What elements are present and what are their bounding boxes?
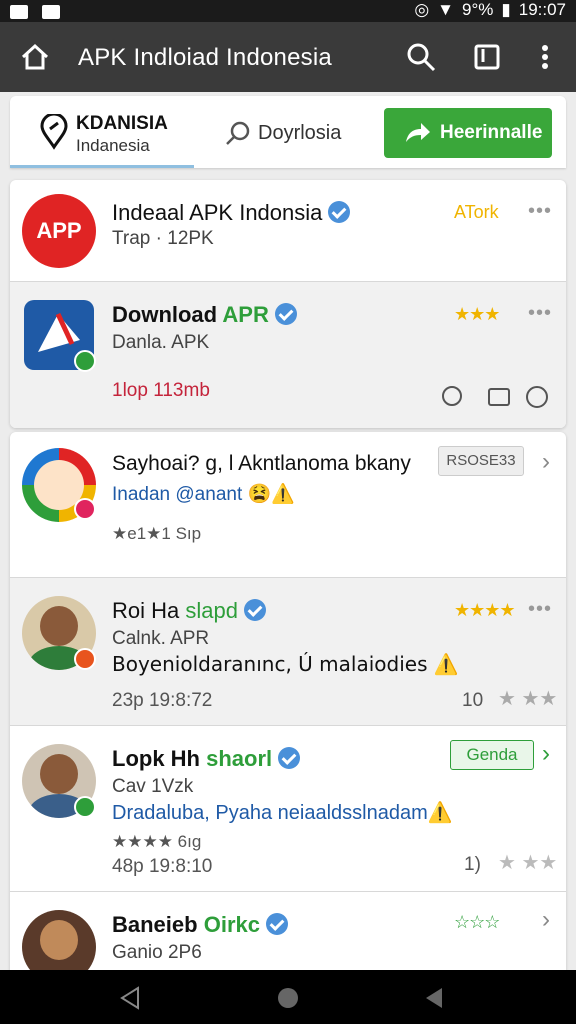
star-icon: ★ ★★ — [498, 688, 558, 710]
app-list-card: APP Indeaal APK Indonsia Trap · 12PK ATo… — [10, 180, 566, 428]
verified-badge — [74, 796, 96, 818]
image-notification-icon — [42, 5, 60, 19]
app-bar: APK Indloiad Indonesia — [0, 22, 576, 92]
rating-count: 10 — [462, 690, 484, 711]
app-name: Baneieb Oirkc — [112, 912, 288, 938]
app-name: Sayhoai? g, l Akntlanoma bkany — [112, 452, 411, 475]
verified-icon — [328, 201, 351, 223]
search-icon[interactable] — [404, 40, 438, 74]
tab-label-top: KDANISIA — [76, 113, 168, 134]
list-item[interactable]: Sayhoai? g, l Akntlanoma bkany Inadan @a… — [10, 432, 566, 577]
more-icon[interactable]: ••• — [528, 200, 552, 223]
status-badge: ATork — [454, 202, 499, 222]
recents-icon[interactable] — [422, 986, 446, 1010]
battery-level: 9°% — [462, 0, 494, 19]
app-name: Lopk Hh shaorl — [112, 746, 301, 772]
verified-icon — [278, 747, 301, 769]
tag-badge: Genda — [450, 740, 534, 770]
tabs-icon[interactable] — [470, 40, 504, 74]
save-icon[interactable] — [488, 388, 510, 406]
clock: 19::07 — [518, 0, 566, 19]
tab-label-bottom: Indanesia — [76, 136, 150, 155]
rating-count: 1) — [464, 854, 481, 875]
share-arrow-icon — [406, 123, 430, 142]
tab-indonesia[interactable]: KDANISIA Indanesia — [10, 96, 194, 168]
system-nav-bar — [0, 970, 576, 1024]
play-badge — [74, 648, 96, 670]
home-icon[interactable] — [20, 42, 50, 72]
app-list-card: Sayhoai? g, l Akntlanoma bkany Inadan @a… — [10, 432, 566, 992]
tab-download[interactable]: Doyrlosia — [220, 114, 390, 150]
chevron-right-icon[interactable]: › — [542, 740, 550, 768]
list-item[interactable]: Roi Ha slapd Calnk. APR Boyenioldaranınc… — [10, 577, 566, 725]
status-bar: ◎ ▼ 9°% ▮ 19::07 — [0, 0, 576, 22]
list-item[interactable]: Lopk Hh shaorl Cav 1Vzk Dradaluba, Pyaha… — [10, 725, 566, 891]
app-subtitle: Cav 1Vzk — [112, 776, 194, 797]
chevron-right-icon[interactable]: › — [542, 906, 550, 934]
app-subtitle: Calnk. APR — [112, 628, 210, 649]
app-subtitle: Trap · 12PK — [112, 228, 214, 249]
back-icon[interactable] — [118, 986, 142, 1010]
heart-badge — [74, 498, 96, 520]
download-button[interactable]: Heerinnalle — [384, 108, 552, 158]
app-name: Download APR — [112, 302, 297, 328]
verified-icon — [265, 913, 288, 935]
app-name: Roi Ha slapd — [112, 598, 266, 624]
star-icon: ★ ★★ — [498, 852, 558, 874]
battery-icon: ▮ — [501, 0, 511, 19]
wifi-icon: ▼ — [437, 0, 454, 19]
app-meta: 48p 19:8:10 — [112, 856, 213, 877]
app-name: Indeaal APK Indonsia — [112, 200, 351, 226]
app-description: Boyenioldaranınc, Ú malaiodies ⚠️ — [112, 652, 459, 676]
app-description: Dradaluba, Pyaha neiaaldsslnadam⚠️ — [112, 802, 453, 824]
app-icon: APP — [22, 194, 96, 268]
rating: ★★★★ 6ıg — [112, 832, 202, 851]
more-icon[interactable]: ••• — [528, 598, 552, 621]
rating-stars: ☆☆☆ — [454, 912, 500, 932]
verified-badge — [74, 350, 96, 372]
info-icon[interactable] — [442, 386, 462, 406]
rating-stars: ★★★★ — [454, 600, 516, 620]
location-pin-icon — [40, 114, 68, 150]
list-item[interactable]: Download APR Danla. APK 1lop 113mb ★★★ •… — [10, 281, 566, 428]
alarm-icon: ◎ — [414, 0, 430, 19]
rating-stars: ★★★ — [454, 304, 500, 324]
app-meta: 23p 19:8:72 — [112, 690, 213, 711]
share-icon[interactable] — [526, 386, 548, 408]
notification-icon — [10, 5, 28, 19]
verified-icon — [243, 599, 266, 621]
tab-strip: KDANISIA Indanesia Doyrlosia Heerinnalle — [10, 96, 566, 168]
page-title: APK Indloiad Indonesia — [78, 44, 332, 71]
more-icon[interactable]: ••• — [528, 302, 552, 325]
app-subtitle: Inadan @anant 😫⚠️ — [112, 484, 295, 505]
rating: ★e1★1 Sıp — [112, 524, 202, 543]
verified-icon — [274, 303, 297, 325]
tab-label: Doyrlosia — [258, 122, 342, 144]
download-button-label: Heerinnalle — [440, 122, 543, 143]
list-item[interactable]: APP Indeaal APK Indonsia Trap · 12PK ATo… — [10, 180, 566, 281]
more-vertical-icon[interactable] — [528, 40, 562, 74]
search-icon — [226, 121, 250, 145]
app-meta: 1lop 113mb — [112, 380, 210, 401]
chevron-right-icon[interactable]: › — [542, 448, 550, 476]
app-subtitle: Danla. APK — [112, 332, 210, 353]
home-nav-icon[interactable] — [276, 986, 300, 1010]
tag-badge: RSOSE33 — [438, 446, 524, 476]
app-subtitle: Ganio 2P6 — [112, 942, 202, 963]
